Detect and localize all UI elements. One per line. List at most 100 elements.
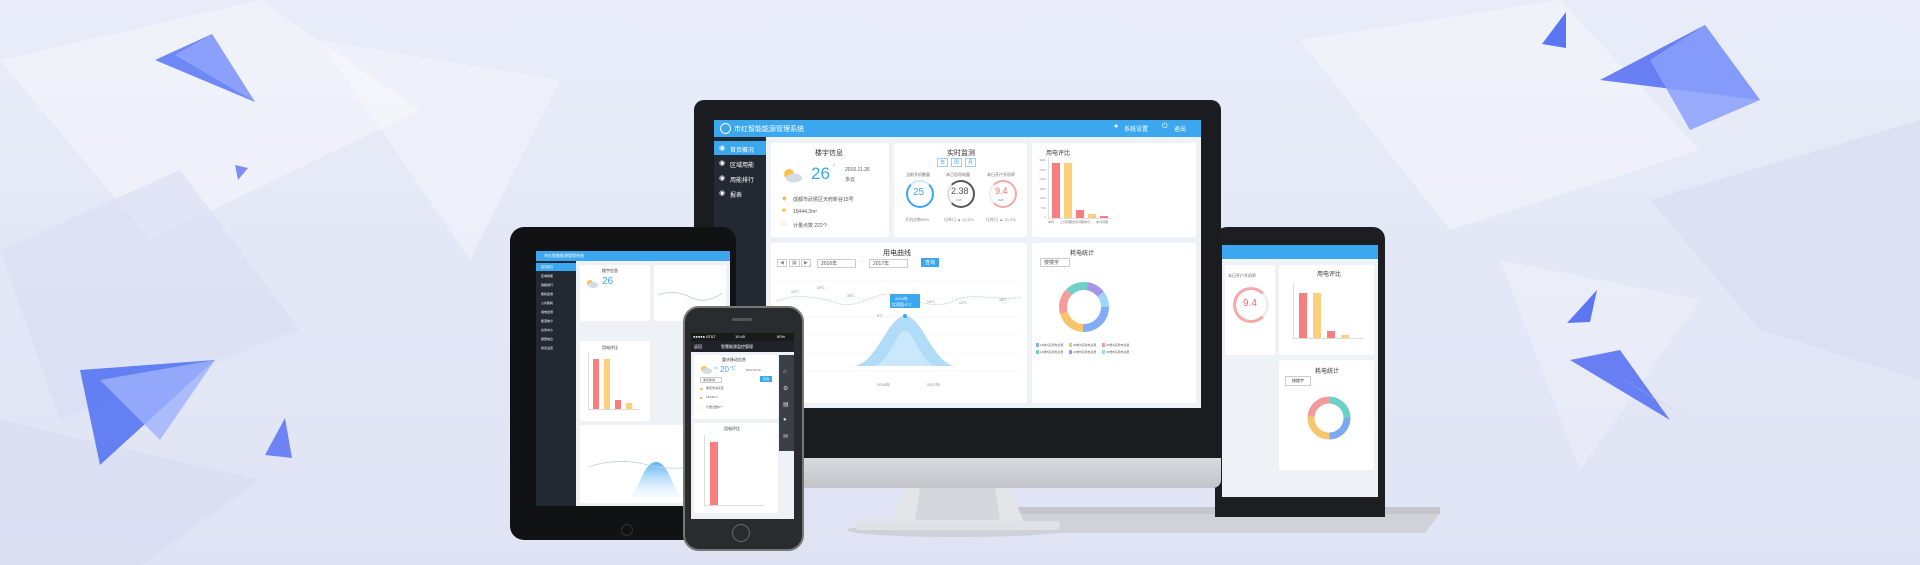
sidebar-item-label: 用能排行 xyxy=(730,178,755,184)
phone-address: 重庆市渝北区 xyxy=(706,386,725,390)
settings-link[interactable]: 系统设置 xyxy=(1124,124,1148,133)
laptop-bar xyxy=(1341,335,1349,338)
tablet-sidebar-item[interactable]: 用电监测 xyxy=(536,308,576,316)
period-month-button[interactable]: 月 xyxy=(965,158,977,167)
date-label: 2016.11.26 xyxy=(845,167,870,173)
phone-search-button[interactable]: 查询 xyxy=(760,376,773,382)
legend-item: 3#楼A区用电总量 xyxy=(1102,343,1129,347)
power-eval-y-axis: 3000 2500 2000 1500 1000 500 0 xyxy=(1034,158,1046,219)
laptop-bar xyxy=(1327,331,1335,338)
user-icon[interactable]: ● xyxy=(783,417,787,423)
power-eval-bar xyxy=(1076,210,1084,218)
curve-filter-btn-1[interactable]: ◀ xyxy=(777,259,787,267)
curve-point-label: 12°C xyxy=(959,301,967,305)
tablet-sidebar-item[interactable]: 区域用能 xyxy=(536,272,576,280)
tablet-sidebar-item[interactable]: 能耗监测 xyxy=(536,290,576,298)
phone-date: 2017.04.11 xyxy=(746,368,761,372)
phone-temp-prefix: ≈ xyxy=(714,366,718,372)
gauge-1-label: 当前开机数量 xyxy=(906,172,930,177)
curve-filter-btn-3[interactable]: ▶ xyxy=(801,259,811,267)
tablet-sidebar-item[interactable]: 公共能耗 xyxy=(536,299,576,307)
gauge-2-unit: kWh xyxy=(956,198,962,202)
consumption-donut xyxy=(1059,282,1109,332)
phone-back-button[interactable]: 返回 xyxy=(694,344,702,350)
app-logo-icon xyxy=(720,123,731,134)
home-icon: ◉ xyxy=(719,145,726,152)
chart-icon[interactable]: ▤ xyxy=(783,401,789,408)
consumption-title: 耗电统计 xyxy=(1070,251,1095,257)
home-icon[interactable]: ⌂ xyxy=(783,369,787,375)
tablet-sidebar-label: 报警信息 xyxy=(541,337,554,341)
user-icon[interactable]: ● xyxy=(1114,123,1118,130)
gauge-3-label: 本日开户开机率 xyxy=(987,172,1015,177)
phone-address-icon: ◆ xyxy=(700,386,704,391)
y-tick-label: 3000 xyxy=(1039,158,1046,162)
x-tick-label: 上月同期 xyxy=(1060,220,1073,224)
y-tick-label: 0 xyxy=(1044,215,1046,219)
location-icon: ◆ xyxy=(782,196,787,202)
app-title: 市红智能能源管理系统 xyxy=(734,126,804,133)
sidebar-item-2[interactable]: ◉ 用能排行 xyxy=(714,171,766,185)
logout-icon[interactable]: ⏻ xyxy=(1162,123,1168,131)
temperature-value: 26 xyxy=(811,164,830,183)
phone-select[interactable]: 重庆移动 xyxy=(700,377,723,383)
logout-link[interactable]: 退出 xyxy=(1174,124,1186,133)
curve-point-label: 10°C xyxy=(791,290,799,294)
weather-label: 多云 xyxy=(845,177,856,183)
tablet-home-button[interactable] xyxy=(621,524,633,536)
tablet-sidebar-item[interactable]: 首页概况 xyxy=(536,263,576,271)
power-eval-title: 用电评比 xyxy=(1046,151,1071,157)
tablet-app-title: 市红智能能源管理系统 xyxy=(544,253,584,258)
date-to-input[interactable]: 2017年 xyxy=(869,259,909,268)
laptop-gauge-label: 本日开户开机率 xyxy=(1228,273,1256,278)
tablet-sidebar-label: 综合设置 xyxy=(541,346,554,350)
tablet-sidebar-item[interactable]: 综合设置 xyxy=(536,344,576,352)
tablet-sidebar-item[interactable]: 能源统计 xyxy=(536,317,576,325)
realtime-title: 实时监测 xyxy=(947,150,975,157)
laptop-power-eval-title: 用电评比 xyxy=(1317,272,1342,278)
phone-temperature: 20 xyxy=(720,365,729,374)
tablet-sidebar-label: 用能排行 xyxy=(541,283,554,287)
power-eval-x-axis: 本月 上月同期 去年同期 本月 本月同期 xyxy=(1048,220,1112,228)
building-info-card: 楼宇信息 26 ° 2016.11.26 多云 ◆ 成都市武侯区天府新谷15号 … xyxy=(771,143,889,237)
period-day-button[interactable]: 日 xyxy=(937,158,949,167)
legend-item: 2#楼B区用电总量 xyxy=(1069,350,1096,354)
sidebar-item-0[interactable]: ◉ 首页概况 xyxy=(714,141,766,155)
laptop-bar xyxy=(1299,292,1307,338)
legend-item: 3#楼B区用电总量 xyxy=(1102,350,1129,354)
sidebar-item-1[interactable]: ◉ 区域用能 xyxy=(714,156,766,170)
temperature-unit: ° xyxy=(833,164,836,170)
tablet-cloud-icon xyxy=(587,280,598,288)
sidebar-item-3[interactable]: ◉ 报表 xyxy=(714,186,766,200)
sidebar-item-label: 区域用能 xyxy=(730,163,755,169)
date-from-input[interactable]: 2016年 xyxy=(817,259,857,268)
tablet-building-card: 楼宇信息 26 xyxy=(580,265,650,321)
area-icon: ■ xyxy=(782,208,786,214)
building-info-title: 楼宇信息 xyxy=(815,150,843,157)
phone-right-toolbar: ⌂ ⚙ ▤ ● ✉ xyxy=(779,355,794,451)
tablet-sidebar-item[interactable]: 报警信息 xyxy=(536,335,576,343)
phone-temp-unit: °C xyxy=(730,366,736,372)
consumption-select[interactable]: 按楼宇 xyxy=(1040,258,1071,267)
curve-point-label: 9°C xyxy=(877,314,883,318)
phone-area-icon: ■ xyxy=(700,395,703,400)
query-button[interactable]: 查询 xyxy=(921,258,940,267)
date-separator: - xyxy=(861,259,863,265)
laptop-donut xyxy=(1307,396,1351,440)
curve-point-label: 20°C xyxy=(817,286,825,290)
y-tick-label: 1000 xyxy=(1039,196,1046,200)
laptop-consumption-select[interactable]: 按楼宇 xyxy=(1285,376,1311,386)
laptop-power-eval-card: 用电评比 xyxy=(1279,265,1374,355)
consumption-legend: 1#楼A区用电总量 2#楼A区用电总量 3#楼A区用电总量 1#楼B区用电总量 2#楼B… xyxy=(1036,343,1134,363)
phone-area: 15444m² xyxy=(706,395,718,399)
curve-highlight-point xyxy=(903,314,907,318)
curve-filter-btn-2[interactable]: ▦ xyxy=(789,259,800,267)
tablet-sidebar-item[interactable]: 总务中心 xyxy=(536,326,576,334)
period-week-button[interactable]: 周 xyxy=(951,158,963,167)
tablet-sidebar-item[interactable]: 用能排行 xyxy=(536,281,576,289)
mail-icon[interactable]: ✉ xyxy=(783,433,788,440)
tablet-sidebar-label: 总务中心 xyxy=(541,328,554,332)
phone-home-button[interactable] xyxy=(732,524,750,542)
gear-icon[interactable]: ⚙ xyxy=(783,385,788,392)
tablet-sidebar-label: 用电监测 xyxy=(541,310,554,314)
